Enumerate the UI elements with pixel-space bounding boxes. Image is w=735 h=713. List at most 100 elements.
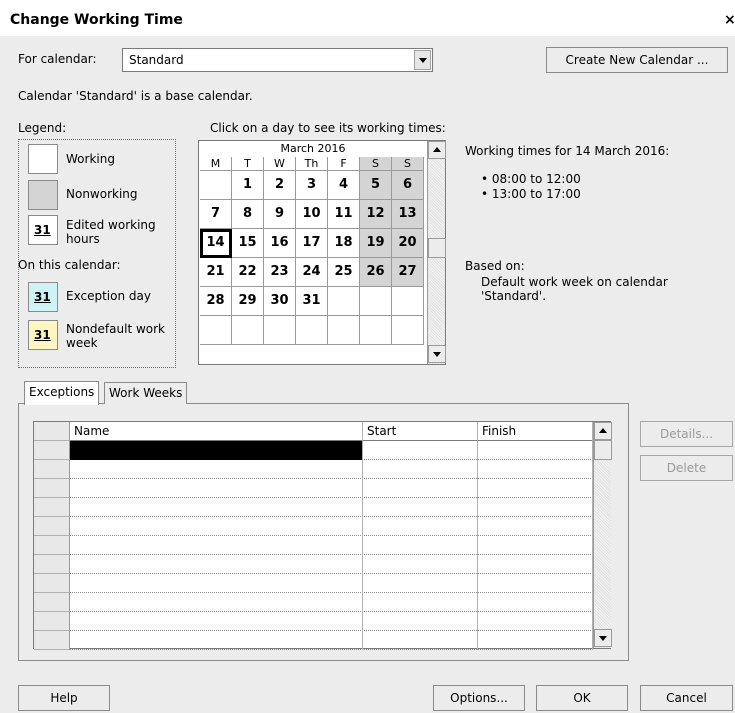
table-row[interactable] (34, 441, 593, 460)
name-cell[interactable] (70, 574, 363, 593)
finish-cell[interactable] (478, 631, 593, 650)
help-button[interactable]: Help (18, 685, 110, 711)
name-cell[interactable] (70, 498, 363, 517)
delete-button[interactable]: Delete (640, 455, 733, 481)
table-row[interactable] (34, 593, 593, 612)
row-header[interactable] (34, 517, 70, 536)
row-header[interactable] (34, 441, 70, 460)
start-cell[interactable] (363, 498, 478, 517)
start-cell[interactable] (363, 460, 478, 479)
scroll-down-icon[interactable] (428, 345, 446, 363)
tab-exceptions[interactable]: Exceptions (24, 381, 100, 405)
name-cell[interactable] (70, 460, 363, 479)
start-cell[interactable] (363, 612, 478, 631)
finish-cell[interactable] (478, 441, 593, 460)
finish-cell[interactable] (478, 517, 593, 536)
row-header[interactable] (34, 536, 70, 555)
table-row[interactable] (34, 536, 593, 555)
calendar-day[interactable]: 10 (296, 200, 328, 229)
ok-button[interactable]: OK (536, 685, 628, 711)
finish-cell[interactable] (478, 536, 593, 555)
close-button[interactable]: × (724, 12, 735, 28)
start-cell[interactable] (363, 441, 478, 460)
calendar-day[interactable]: 9 (264, 200, 296, 229)
calendar-day[interactable]: 19 (360, 229, 392, 258)
calendar-day[interactable]: 28 (200, 287, 232, 316)
calendar-day[interactable]: 20 (392, 229, 424, 258)
calendar-day[interactable]: 1 (232, 171, 264, 200)
calendar-day[interactable]: 17 (296, 229, 328, 258)
finish-cell[interactable] (478, 574, 593, 593)
calendar-day[interactable]: 25 (328, 258, 360, 287)
calendar-day[interactable]: 30 (264, 287, 296, 316)
calendar-day[interactable]: 31 (296, 287, 328, 316)
table-scroll-up-icon[interactable] (594, 422, 612, 440)
calendar-day[interactable]: 13 (392, 200, 424, 229)
scroll-up-icon[interactable] (428, 141, 446, 159)
calendar-day[interactable]: 15 (232, 229, 264, 258)
name-cell[interactable] (70, 441, 363, 460)
column-header[interactable]: Start (363, 422, 478, 441)
name-cell[interactable] (70, 612, 363, 631)
table-row[interactable] (34, 460, 593, 479)
create-new-calendar-button[interactable]: Create New Calendar ... (546, 47, 728, 73)
table-row[interactable] (34, 498, 593, 517)
table-row[interactable] (34, 517, 593, 536)
options-button[interactable]: Options... (433, 685, 525, 711)
calendar-day[interactable]: 12 (360, 200, 392, 229)
name-cell[interactable] (70, 593, 363, 612)
calendar-day[interactable]: 27 (392, 258, 424, 287)
start-cell[interactable] (363, 536, 478, 555)
row-header[interactable] (34, 593, 70, 612)
finish-cell[interactable] (478, 612, 593, 631)
calendar-day[interactable]: 24 (296, 258, 328, 287)
tab-work-weeks[interactable]: Work Weeks (104, 382, 188, 404)
start-cell[interactable] (363, 517, 478, 536)
calendar-day[interactable]: 18 (328, 229, 360, 258)
row-header[interactable] (34, 574, 70, 593)
cancel-button[interactable]: Cancel (640, 685, 733, 711)
calendar-scrollbar[interactable] (427, 141, 446, 364)
finish-cell[interactable] (478, 555, 593, 574)
start-cell[interactable] (363, 631, 478, 650)
name-cell[interactable] (70, 536, 363, 555)
table-scrollbar[interactable] (593, 422, 612, 648)
name-cell[interactable] (70, 517, 363, 536)
table-scroll-down-icon[interactable] (594, 629, 612, 647)
scroll-thumb[interactable] (428, 238, 446, 258)
column-header[interactable]: Name (70, 422, 363, 441)
row-header[interactable] (34, 460, 70, 479)
calendar-day[interactable]: 5 (360, 171, 392, 200)
start-cell[interactable] (363, 593, 478, 612)
finish-cell[interactable] (478, 479, 593, 498)
calendar-day[interactable]: 22 (232, 258, 264, 287)
name-cell[interactable] (70, 555, 363, 574)
row-header[interactable] (34, 479, 70, 498)
calendar-day[interactable]: 4 (328, 171, 360, 200)
row-header[interactable] (34, 631, 70, 650)
table-row[interactable] (34, 479, 593, 498)
row-header[interactable] (34, 612, 70, 631)
table-row[interactable] (34, 631, 593, 650)
month-calendar[interactable]: March 2016 M T W Th F S S 1 2 3 4 5 6 7 8 9 10 11 12 13 14 15… (198, 140, 446, 365)
start-cell[interactable] (363, 479, 478, 498)
calendar-day[interactable]: 6 (392, 171, 424, 200)
calendar-day[interactable]: 14 (200, 229, 232, 258)
calendar-day[interactable]: 21 (200, 258, 232, 287)
start-cell[interactable] (363, 555, 478, 574)
chevron-down-icon[interactable] (414, 50, 431, 70)
calendar-day[interactable]: 29 (232, 287, 264, 316)
start-cell[interactable] (363, 574, 478, 593)
details-button[interactable]: Details... (640, 421, 733, 447)
calendar-day[interactable]: 16 (264, 229, 296, 258)
finish-cell[interactable] (478, 498, 593, 517)
exceptions-table[interactable]: Name Start Finish (33, 421, 612, 650)
calendar-select[interactable]: Standard (122, 48, 433, 72)
calendar-day[interactable]: 3 (296, 171, 328, 200)
calendar-day[interactable]: 8 (232, 200, 264, 229)
column-header[interactable]: Finish (478, 422, 593, 441)
calendar-day[interactable]: 7 (200, 200, 232, 229)
name-cell[interactable] (70, 631, 363, 650)
table-row[interactable] (34, 574, 593, 593)
table-row[interactable] (34, 555, 593, 574)
